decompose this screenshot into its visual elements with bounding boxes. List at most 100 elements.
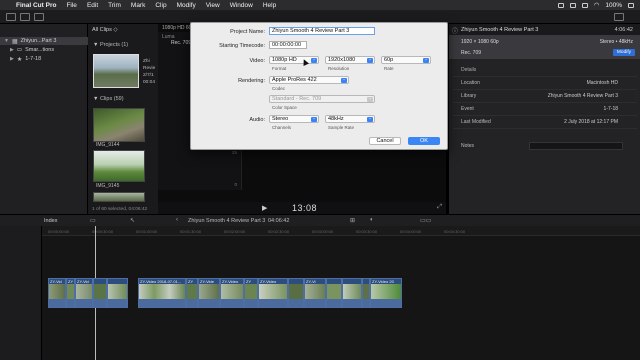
timeline-ruler[interactable]: 00:00:00:00 00:00:30:00 00:01:00:00 00:0… xyxy=(42,226,640,236)
clip-thumbnail[interactable] xyxy=(93,150,145,182)
disclosure-triangle-icon[interactable]: ▶ xyxy=(10,56,14,62)
dropdown-arrow-icon: ⌃ xyxy=(311,58,317,63)
clip-filter-dropdown[interactable]: All Clips ◇ xyxy=(92,27,118,33)
menu-file[interactable]: File xyxy=(66,2,76,9)
audio-label: Audio: xyxy=(249,117,265,123)
audio-skimming-icon[interactable]: ◐ xyxy=(370,217,374,223)
project-name-label: Project Name: xyxy=(230,29,265,35)
clip-name: IMG_9145 xyxy=(96,183,120,189)
timeline-clip[interactable]: ZY-Vid xyxy=(48,278,66,308)
inspector: ⓘ Zhiyun Smooth 4 Review Part 3 4:06:42 … xyxy=(448,24,640,214)
sample-rate-dropdown[interactable]: 48kHz ⌃ xyxy=(325,115,375,123)
timeline-clip[interactable]: ZY-Video 2018-07-01... xyxy=(138,278,186,308)
timeline-clip[interactable]: ZY xyxy=(186,278,198,308)
timeline-clip[interactable] xyxy=(362,278,370,308)
timeline-clip[interactable]: ZY-Vid xyxy=(75,278,93,308)
clips-section-header[interactable]: ▼ Clips (59) xyxy=(93,96,124,102)
smart-collections-item[interactable]: ▶ ▭ Smar...tions xyxy=(10,46,54,54)
event-name: Smar...tions xyxy=(25,47,55,53)
project-caption: Zhi Revie 2/7/1 00:04 xyxy=(143,59,156,85)
fullscreen-icon[interactable]: ⤢ xyxy=(437,204,442,211)
disclosure-triangle-icon[interactable]: ▼ xyxy=(4,38,9,44)
project-thumbnail[interactable] xyxy=(93,54,139,88)
codec-dropdown[interactable]: Apple ProRes 422 ⌃ xyxy=(269,76,349,84)
inspector-header: ⓘ Zhiyun Smooth 4 Review Part 3 4:06:42 xyxy=(449,24,640,35)
status-icon[interactable] xyxy=(569,2,576,8)
cancel-button[interactable]: Cancel xyxy=(369,137,401,145)
notes-field[interactable] xyxy=(529,142,623,150)
prop-value: 1-7-18 xyxy=(603,106,618,112)
timeline-clip[interactable]: ZY-Vi xyxy=(304,278,326,308)
timecode-display[interactable]: 13:08 xyxy=(292,203,317,213)
menu-clip[interactable]: Clip xyxy=(155,2,166,9)
timeline-clip[interactable]: ZY xyxy=(66,278,75,308)
menu-trim[interactable]: Trim xyxy=(108,2,121,9)
projects-section-header[interactable]: ▼ Projects (1) xyxy=(93,42,128,48)
starting-timecode-field[interactable]: 00:00:00:00 xyxy=(269,41,307,49)
menu-window[interactable]: Window xyxy=(230,2,253,9)
inspector-toggle-icon[interactable] xyxy=(614,13,624,21)
scope-value: 0 xyxy=(234,182,237,187)
color-space-caption: Color Space xyxy=(272,105,297,110)
clip-browser: All Clips ◇ ▼ Projects (1) Zhi Revie 2/7… xyxy=(88,24,158,214)
status-icon[interactable] xyxy=(557,2,564,8)
video-label: Video: xyxy=(249,58,266,64)
prop-value: Macintosh HD xyxy=(586,80,618,86)
dropdown-arrow-icon: ⌃ xyxy=(423,58,429,63)
timeline-clip[interactable]: ZY-Video xyxy=(258,278,288,308)
dropdown-arrow-icon: ⌃ xyxy=(341,78,347,83)
snapping-icon[interactable]: ⊞ xyxy=(350,217,355,224)
menu-edit[interactable]: Edit xyxy=(87,2,98,9)
timeline-clip[interactable]: ZY xyxy=(244,278,258,308)
timeline-project-name: Zhiyun Smooth 4 Review Part 3 xyxy=(188,218,266,224)
timeline-clip[interactable] xyxy=(93,278,107,308)
prop-value: Zhiyun Smooth 4 Review Part 3 xyxy=(547,93,618,99)
menu-view[interactable]: View xyxy=(206,2,220,9)
timeline-clip[interactable]: ZY-Vide xyxy=(198,278,220,308)
timeline-clip[interactable] xyxy=(107,278,128,308)
select-tool-icon[interactable]: ↖ xyxy=(130,217,135,224)
clip-thumbnail[interactable] xyxy=(93,192,145,202)
menu-modify[interactable]: Modify xyxy=(177,2,196,9)
disclosure-triangle-icon[interactable]: ▶ xyxy=(10,47,14,53)
clip-appearance-icon[interactable]: ▭ xyxy=(90,217,96,224)
status-icon[interactable] xyxy=(581,2,588,8)
zoom-slider-icon[interactable]: ▭▭ xyxy=(420,217,431,224)
event-item[interactable]: ▶ ★ 1-7-18 xyxy=(10,55,41,63)
timeline-clip[interactable]: ZY-Video xyxy=(220,278,244,308)
rate-dropdown[interactable]: 60p ⌃ xyxy=(381,56,431,64)
ok-button[interactable]: OK xyxy=(408,137,440,145)
inspector-duration: 4:06:42 xyxy=(614,27,633,33)
timeline-clip[interactable] xyxy=(326,278,342,308)
project-settings-dialog: Project Name: Zhiyun Smooth 4 Review Par… xyxy=(190,22,448,150)
index-button[interactable]: Index xyxy=(44,218,57,224)
project-name-field[interactable]: Zhiyun Smooth 4 Review Part 3 xyxy=(269,27,375,35)
library-name: Zhiyun...Part 3 xyxy=(20,38,57,44)
play-icon[interactable]: ▶ xyxy=(262,204,267,212)
modify-button[interactable]: Modify xyxy=(613,49,635,56)
menu-help[interactable]: Help xyxy=(263,2,276,9)
battery-icon[interactable] xyxy=(628,2,634,8)
menu-bar: Final Cut Pro File Edit Trim Mark Clip M… xyxy=(0,0,640,10)
libraries-toggle-icon[interactable] xyxy=(6,13,16,21)
app-menu[interactable]: Final Cut Pro xyxy=(16,2,56,9)
photos-audio-icon[interactable] xyxy=(20,13,30,21)
wifi-icon[interactable]: ◠ xyxy=(594,1,600,9)
clip-thumbnail[interactable] xyxy=(93,108,145,142)
divider xyxy=(453,128,637,129)
resolution-dropdown[interactable]: 1920x1080 ⌃ xyxy=(325,56,375,64)
dropdown-arrow-icon: ⌃ xyxy=(367,97,373,102)
prop-label: Last Modified xyxy=(461,119,491,125)
starting-timecode-label: Starting Timecode: xyxy=(219,43,265,49)
titles-icon[interactable] xyxy=(34,13,44,21)
prop-label: Location xyxy=(461,80,480,86)
channels-dropdown[interactable]: Stereo ⌃ xyxy=(269,115,319,123)
info-icon[interactable]: ⓘ xyxy=(452,26,458,35)
timeline-clip[interactable] xyxy=(342,278,362,308)
timeline-clip[interactable] xyxy=(288,278,304,308)
library-item[interactable]: ▼ ▦ Zhiyun...Part 3 xyxy=(0,37,88,45)
menu-mark[interactable]: Mark xyxy=(131,2,145,9)
format-dropdown[interactable]: 1080p HD ⌃ xyxy=(269,56,319,64)
back-icon[interactable]: ‹ xyxy=(176,217,178,223)
timeline-clip[interactable]: ZY-Video 20 xyxy=(370,278,402,308)
